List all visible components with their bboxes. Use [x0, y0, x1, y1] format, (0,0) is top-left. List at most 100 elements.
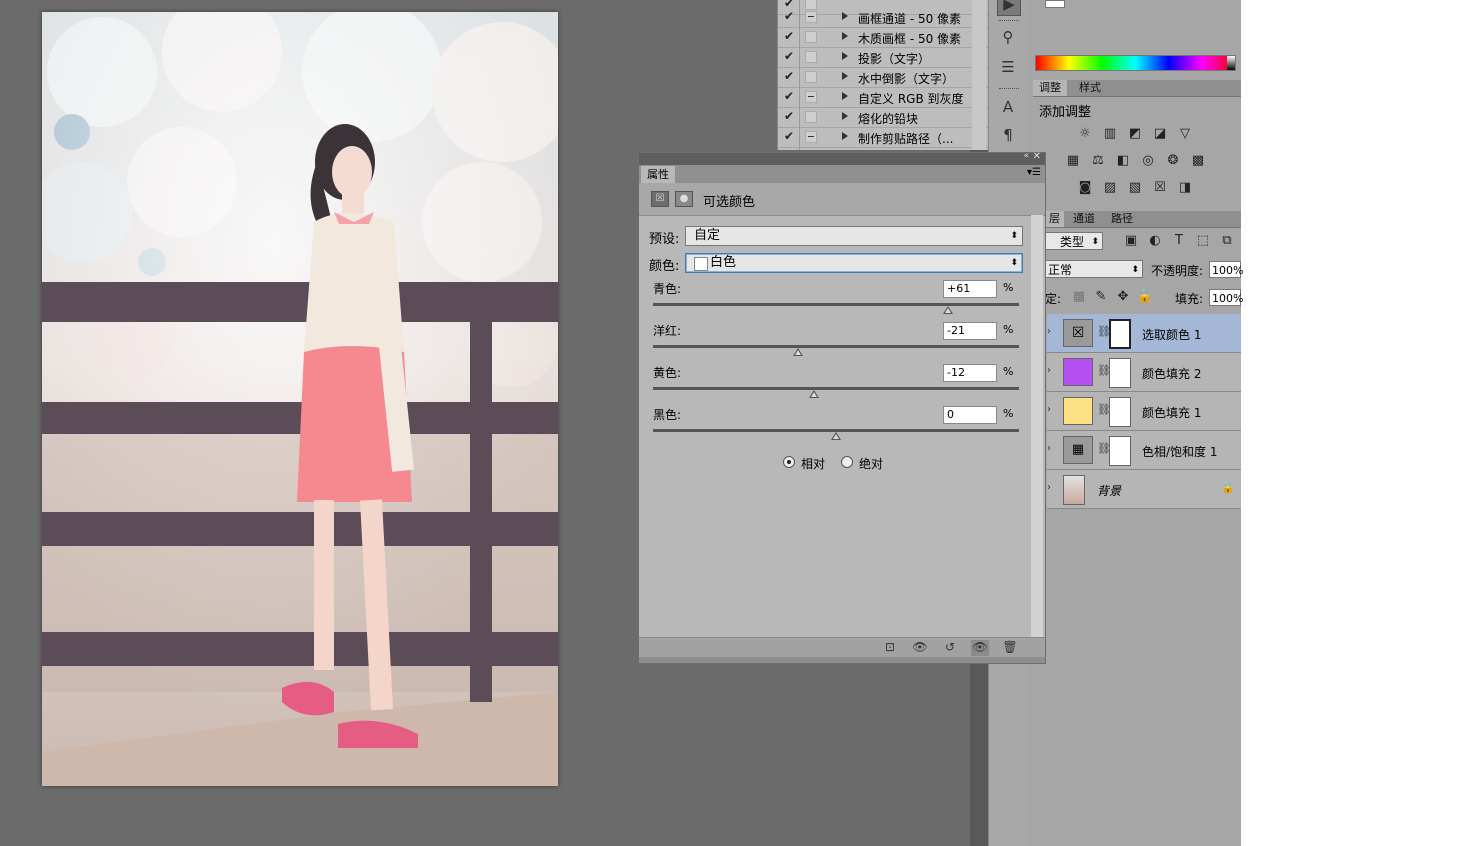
visibility-eye-icon[interactable]: › [1047, 326, 1051, 337]
cyan-slider-track[interactable] [653, 303, 1019, 306]
expand-triangle-icon[interactable] [842, 52, 848, 60]
tab-paths[interactable]: 路径 [1105, 211, 1139, 227]
cyan-value-input[interactable]: +61 [943, 280, 997, 298]
absolute-radio[interactable] [841, 456, 853, 468]
tab-layers[interactable]: 层 [1045, 211, 1064, 227]
opacity-input[interactable]: 100% [1209, 261, 1243, 278]
smart-object-filter-icon[interactable]: ⧉ [1218, 233, 1236, 249]
check-icon[interactable]: ✔ [784, 69, 796, 83]
expand-triangle-icon[interactable] [842, 32, 848, 40]
layer-row-background[interactable]: › 背景 🔒 [1047, 470, 1241, 509]
check-icon[interactable]: ✔ [784, 29, 796, 43]
dialog-title-bar[interactable]: « ✕ [639, 151, 1045, 165]
yellow-value-input[interactable]: -12 [943, 364, 997, 382]
layer-name[interactable]: 色相/饱和度 1 [1142, 443, 1218, 460]
action-row[interactable]: ✔ 木质画框 - 50 像素 [778, 27, 988, 48]
visibility-eye-icon[interactable]: › [1047, 482, 1051, 493]
layer-row-color-fill-2[interactable]: › ⛓ 颜色填充 2 [1047, 353, 1241, 392]
expand-triangle-icon[interactable] [842, 132, 848, 140]
sliders-icon[interactable]: ☰ [997, 58, 1019, 78]
check-icon[interactable]: ✔ [784, 109, 796, 123]
type-filter-icon[interactable]: T [1170, 233, 1188, 249]
expand-triangle-icon[interactable] [842, 12, 848, 20]
grip-handle[interactable] [999, 88, 1019, 91]
layer-name[interactable]: 颜色填充 2 [1142, 365, 1201, 382]
lock-all-icon[interactable]: 🔒 [1136, 289, 1154, 305]
brush-presets-icon[interactable]: ⚲ [997, 28, 1019, 48]
dialog-toggle-box[interactable] [805, 131, 817, 143]
layer-mask-thumbnail[interactable] [1109, 397, 1131, 427]
mask-icon[interactable]: ● [675, 191, 693, 207]
layer-name[interactable]: 颜色填充 1 [1142, 404, 1201, 421]
clip-to-layer-icon[interactable]: ⊡ [881, 640, 899, 656]
dialog-toggle-box[interactable] [805, 11, 817, 23]
magenta-slider-track[interactable] [653, 345, 1019, 348]
black-slider-thumb[interactable] [831, 432, 841, 440]
tab-styles[interactable]: 样式 [1073, 80, 1107, 96]
color-balance-icon[interactable]: ⚖ [1089, 153, 1107, 169]
collapse-icon[interactable]: « [1023, 151, 1029, 161]
channel-mixer-icon[interactable]: ❂ [1164, 153, 1182, 169]
check-icon[interactable]: ✔ [784, 129, 796, 143]
layer-filter-dropdown[interactable]: 类型 ⬍ [1045, 232, 1103, 250]
check-icon[interactable]: ✔ [784, 9, 796, 23]
document-canvas[interactable] [42, 12, 558, 786]
vibrance-icon[interactable]: ▽ [1176, 126, 1194, 142]
black-value-input[interactable]: 0 [943, 406, 997, 424]
close-icon[interactable]: ✕ [1033, 151, 1041, 162]
grip-handle[interactable] [999, 20, 1019, 23]
tab-adjustments[interactable]: 调整 [1033, 80, 1067, 96]
magenta-value-input[interactable]: -21 [943, 322, 997, 340]
action-row[interactable]: ✔ 水中倒影（文字） [778, 67, 988, 88]
resize-grip[interactable] [639, 657, 1045, 663]
black-white-icon[interactable]: ◧ [1114, 153, 1132, 169]
lock-position-icon[interactable]: ✥ [1114, 289, 1132, 305]
yellow-slider-thumb[interactable] [809, 390, 820, 398]
expand-triangle-icon[interactable] [842, 92, 848, 100]
dialog-toggle-box[interactable] [805, 111, 817, 123]
color-spectrum-bar[interactable] [1035, 55, 1236, 71]
action-row[interactable]: ✔ 画框通道 - 50 像素 [778, 7, 988, 28]
visibility-eye-icon[interactable]: › [1047, 404, 1051, 415]
levels-icon[interactable]: ▥ [1101, 126, 1119, 142]
selective-color-icon[interactable]: ☒ [1151, 180, 1169, 196]
play-icon[interactable]: ▶ [997, 0, 1021, 16]
lock-transparent-icon[interactable]: ▦ [1070, 289, 1088, 305]
action-row[interactable]: ✔ 熔化的铅块 [778, 107, 988, 128]
layer-mask-thumbnail[interactable] [1109, 319, 1131, 349]
layer-name[interactable]: 选取颜色 1 [1142, 326, 1201, 343]
posterize-icon[interactable]: ▨ [1101, 180, 1119, 196]
action-row[interactable]: ✔ 自定义 RGB 到灰度 [778, 87, 988, 108]
dialog-toggle-box[interactable] [805, 91, 817, 103]
check-icon[interactable]: ✔ [784, 49, 796, 63]
delete-icon[interactable]: 🗑 [1001, 640, 1019, 656]
paragraph-icon[interactable]: ¶ [997, 126, 1019, 146]
threshold-icon[interactable]: ▧ [1126, 180, 1144, 196]
actions-scrollbar[interactable] [972, 0, 986, 150]
colors-dropdown[interactable]: 白色 ⬍ [685, 253, 1023, 273]
hue-saturation-icon[interactable]: ▦ [1064, 153, 1082, 169]
layer-name[interactable]: 背景 [1097, 482, 1121, 499]
tab-channels[interactable]: 通道 [1067, 211, 1101, 227]
exposure-icon[interactable]: ◪ [1151, 126, 1169, 142]
view-previous-state-icon[interactable]: 👁 [911, 640, 929, 656]
preset-dropdown[interactable]: 自定 ⬍ [685, 226, 1023, 246]
action-row[interactable]: ✔ 制作剪贴路径（... [778, 127, 988, 148]
color-swatch[interactable] [1045, 0, 1065, 8]
invert-icon[interactable]: ◙ [1076, 180, 1094, 196]
visibility-eye-icon[interactable]: › [1047, 365, 1051, 376]
layer-row-hue-saturation[interactable]: › ▦ ⛓ 色相/饱和度 1 [1047, 431, 1241, 470]
curves-icon[interactable]: ◩ [1126, 126, 1144, 142]
expand-triangle-icon[interactable] [842, 112, 848, 120]
visibility-eye-icon[interactable]: › [1047, 443, 1051, 454]
layer-row-color-fill-1[interactable]: › ⛓ 颜色填充 1 [1047, 392, 1241, 431]
dialog-toggle-box[interactable] [805, 51, 817, 63]
relative-radio[interactable] [783, 456, 795, 468]
layer-row-selective-color[interactable]: › ☒ ⛓ 选取颜色 1 [1047, 314, 1241, 353]
magenta-slider-thumb[interactable] [792, 348, 803, 356]
blend-mode-dropdown[interactable]: 正常 ⬍ [1043, 260, 1143, 278]
lock-pixels-icon[interactable]: ✎ [1092, 289, 1110, 305]
toggle-visibility-icon[interactable]: 👁 [971, 640, 989, 656]
dialog-toggle-box[interactable] [805, 31, 817, 43]
expand-triangle-icon[interactable] [842, 72, 848, 80]
